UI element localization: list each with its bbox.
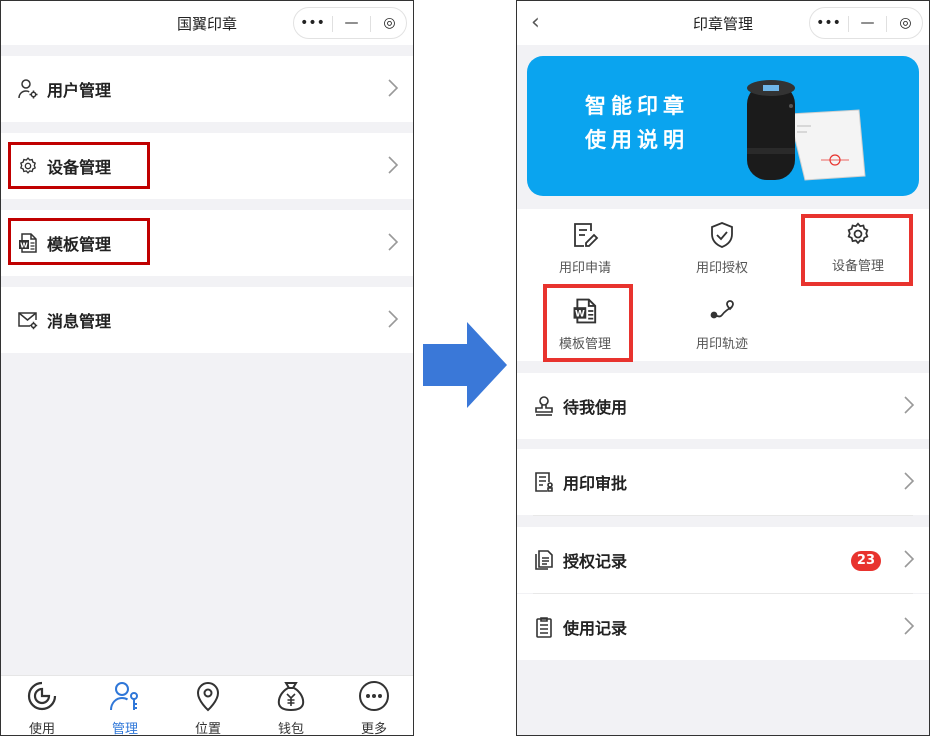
- arrow-right-icon: [423, 322, 507, 408]
- pie-chart-icon: [27, 681, 57, 711]
- mail-gear-icon: [17, 309, 39, 331]
- chevron-right-icon: [904, 617, 915, 635]
- instructions-banner[interactable]: 智能印章 使用说明: [527, 56, 919, 196]
- menu-item-user-management[interactable]: 用户管理: [1, 56, 413, 122]
- chevron-right-icon: [904, 472, 915, 490]
- right-screen: ‹ 印章管理 ••• — ◎ 智能印章 使用说明 用印申请 用印授权 设备管理 …: [516, 0, 930, 736]
- smart-stamp-image: [747, 80, 866, 181]
- minimize-icon[interactable]: —: [849, 8, 886, 38]
- chevron-right-icon: [904, 550, 915, 568]
- list-item-seal-approval[interactable]: 用印审批: [517, 449, 929, 515]
- top-bar: 国翼印章 ••• — ◎: [1, 1, 413, 45]
- grid-item-seal-authorize[interactable]: 用印授权: [672, 221, 772, 276]
- mini-program-capsule: ••• — ◎: [293, 7, 407, 39]
- user-key-icon: [110, 682, 138, 711]
- user-gear-icon: [17, 78, 39, 100]
- chevron-right-icon: [388, 79, 399, 97]
- highlight-box: [8, 142, 150, 189]
- location-pin-icon: [196, 682, 220, 712]
- left-screen: 国翼印章 ••• — ◎ 用户管理 设备管理 W 模板管理 消息管理 使用 管理…: [0, 0, 414, 736]
- mini-program-capsule: ••• — ◎: [809, 7, 923, 39]
- list-item-label: 授权记录: [563, 552, 628, 571]
- tab-label: 管理: [111, 722, 138, 736]
- tab-wallet[interactable]: 钱包: [250, 676, 332, 736]
- grid-item-label: 用印申请: [558, 261, 611, 276]
- approval-doc-icon: [533, 471, 555, 493]
- chevron-right-icon: [388, 233, 399, 251]
- tab-location[interactable]: 位置: [167, 676, 249, 736]
- menu-item-label: 用户管理: [47, 81, 112, 100]
- tab-label: 钱包: [277, 722, 304, 736]
- highlight-box: [801, 214, 913, 286]
- banner-line-2: 使用说明: [585, 128, 689, 152]
- list-item-label: 用印审批: [563, 474, 628, 493]
- grid-item-seal-track[interactable]: 用印轨迹: [672, 297, 772, 352]
- tab-label: 更多: [360, 722, 387, 736]
- track-icon: [710, 300, 734, 319]
- list-item-pending-use[interactable]: 待我使用: [517, 373, 929, 439]
- list-item-usage-records[interactable]: 使用记录: [517, 594, 929, 660]
- close-icon[interactable]: ◎: [887, 8, 924, 38]
- edit-doc-icon: [574, 223, 599, 247]
- more-icon[interactable]: •••: [810, 8, 847, 38]
- count-badge: 23: [850, 551, 881, 571]
- highlight-box: [8, 218, 150, 265]
- tab-label: 使用: [28, 722, 55, 736]
- clipboard-icon: [533, 616, 555, 638]
- tab-manage[interactable]: 管理: [84, 676, 166, 736]
- close-icon[interactable]: ◎: [371, 8, 408, 38]
- chevron-right-icon: [904, 396, 915, 414]
- top-bar: ‹ 印章管理 ••• — ◎: [517, 1, 929, 45]
- grid-item-label: 用印授权: [695, 261, 748, 276]
- menu-item-label: 消息管理: [47, 312, 112, 331]
- minimize-icon[interactable]: —: [333, 8, 370, 38]
- banner-line-1: 智能印章: [585, 94, 689, 118]
- money-bag-icon: [277, 682, 305, 712]
- tab-more[interactable]: 更多: [333, 676, 413, 736]
- bottom-tab-bar: 使用 管理 位置 钱包 更多: [1, 675, 413, 735]
- highlight-box: [543, 284, 633, 362]
- more-circle-icon: [359, 681, 389, 711]
- grid-item-seal-apply[interactable]: 用印申请: [535, 221, 635, 276]
- shield-check-icon: [711, 222, 733, 248]
- list-item-authorization-records[interactable]: 授权记录 23: [517, 527, 929, 593]
- copy-doc-icon: [533, 549, 555, 571]
- tab-label: 位置: [194, 722, 221, 736]
- chevron-right-icon: [388, 310, 399, 328]
- menu-item-message-management[interactable]: 消息管理: [1, 287, 413, 353]
- more-icon[interactable]: •••: [294, 8, 331, 38]
- list-item-label: 使用记录: [563, 619, 628, 638]
- chevron-right-icon: [388, 156, 399, 174]
- stamp-icon: [533, 395, 555, 417]
- tab-use[interactable]: 使用: [1, 676, 83, 736]
- grid-item-label: 用印轨迹: [695, 337, 748, 352]
- list-item-label: 待我使用: [563, 398, 628, 417]
- divider: [533, 515, 913, 516]
